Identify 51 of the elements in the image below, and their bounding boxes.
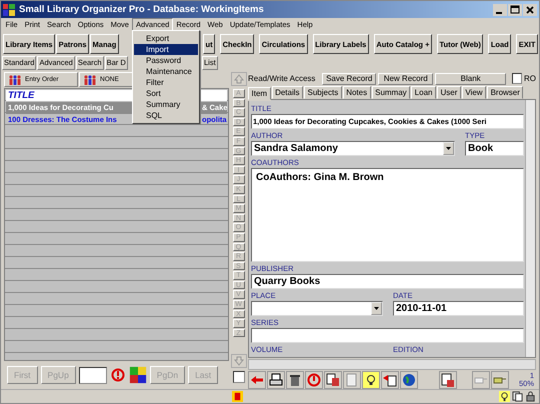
window-title: Small Library Organizer Pro - Database: WorkingItems: [19, 4, 264, 15]
goto-field[interactable]: [78, 366, 107, 384]
record-tab[interactable]: Loan: [411, 86, 436, 99]
dropdown-arrow-icon: [446, 147, 451, 150]
checkbox[interactable]: [232, 371, 244, 383]
coauthors-field[interactable]: CoAuthors: Gina M. Brown: [251, 168, 524, 262]
menu-option[interactable]: Summary: [134, 99, 198, 110]
place-dropdown[interactable]: [251, 301, 383, 316]
publisher-field[interactable]: Quarry Books: [251, 274, 524, 289]
maximize-icon[interactable]: [508, 4, 522, 16]
dropdown-arrow-icon: [374, 307, 379, 310]
record-tab[interactable]: Browser: [487, 86, 524, 99]
record-tab[interactable]: Details: [272, 86, 304, 99]
app-icon: [3, 4, 15, 16]
plug-icon: [232, 391, 243, 402]
printer-icon[interactable]: [267, 371, 285, 389]
record-tab[interactable]: Subjects: [304, 86, 342, 99]
lightbulb-icon: [499, 391, 510, 402]
access-label: Read/Write Access: [248, 74, 316, 83]
record-tab[interactable]: Summay: [372, 86, 410, 99]
record-tab[interactable]: View: [462, 86, 486, 99]
record-tab[interactable]: User: [436, 86, 461, 99]
globe-icon[interactable]: [400, 371, 418, 389]
minimize-icon[interactable]: [493, 4, 507, 16]
record-button[interactable]: Blank: [434, 72, 506, 84]
horizontal-scrollbar[interactable]: [248, 359, 536, 370]
record-button[interactable]: Save Record: [322, 72, 376, 84]
grid-icon[interactable]: [128, 366, 147, 384]
documents-icon[interactable]: [324, 371, 342, 389]
people-icon: [8, 74, 22, 84]
trash-icon[interactable]: [286, 371, 304, 389]
documents-icon: [512, 391, 523, 402]
type-dropdown[interactable]: Book: [465, 141, 524, 156]
ro-label: RO: [524, 74, 536, 83]
record-tab[interactable]: Item: [248, 87, 271, 100]
vertical-scrollbar[interactable]: [525, 100, 535, 357]
record-tab[interactable]: Notes: [342, 86, 371, 99]
export-icon[interactable]: [381, 371, 399, 389]
ro-checkbox[interactable]: [512, 73, 522, 84]
record-button[interactable]: New Record: [378, 72, 433, 84]
menu-option[interactable]: Sort: [134, 88, 198, 99]
menu-option[interactable]: Password: [134, 55, 198, 66]
lightbulb-icon[interactable]: [362, 371, 380, 389]
close-icon[interactable]: [523, 4, 537, 16]
menu-option[interactable]: Import: [134, 44, 198, 55]
menu-option[interactable]: Export: [134, 33, 198, 44]
series-field[interactable]: [251, 328, 524, 343]
people-icon: [83, 74, 97, 84]
date-field[interactable]: 2010-11-01: [393, 301, 524, 316]
menu-option[interactable]: SQL: [134, 110, 198, 121]
author-dropdown[interactable]: Sandra Salamony: [251, 141, 455, 156]
